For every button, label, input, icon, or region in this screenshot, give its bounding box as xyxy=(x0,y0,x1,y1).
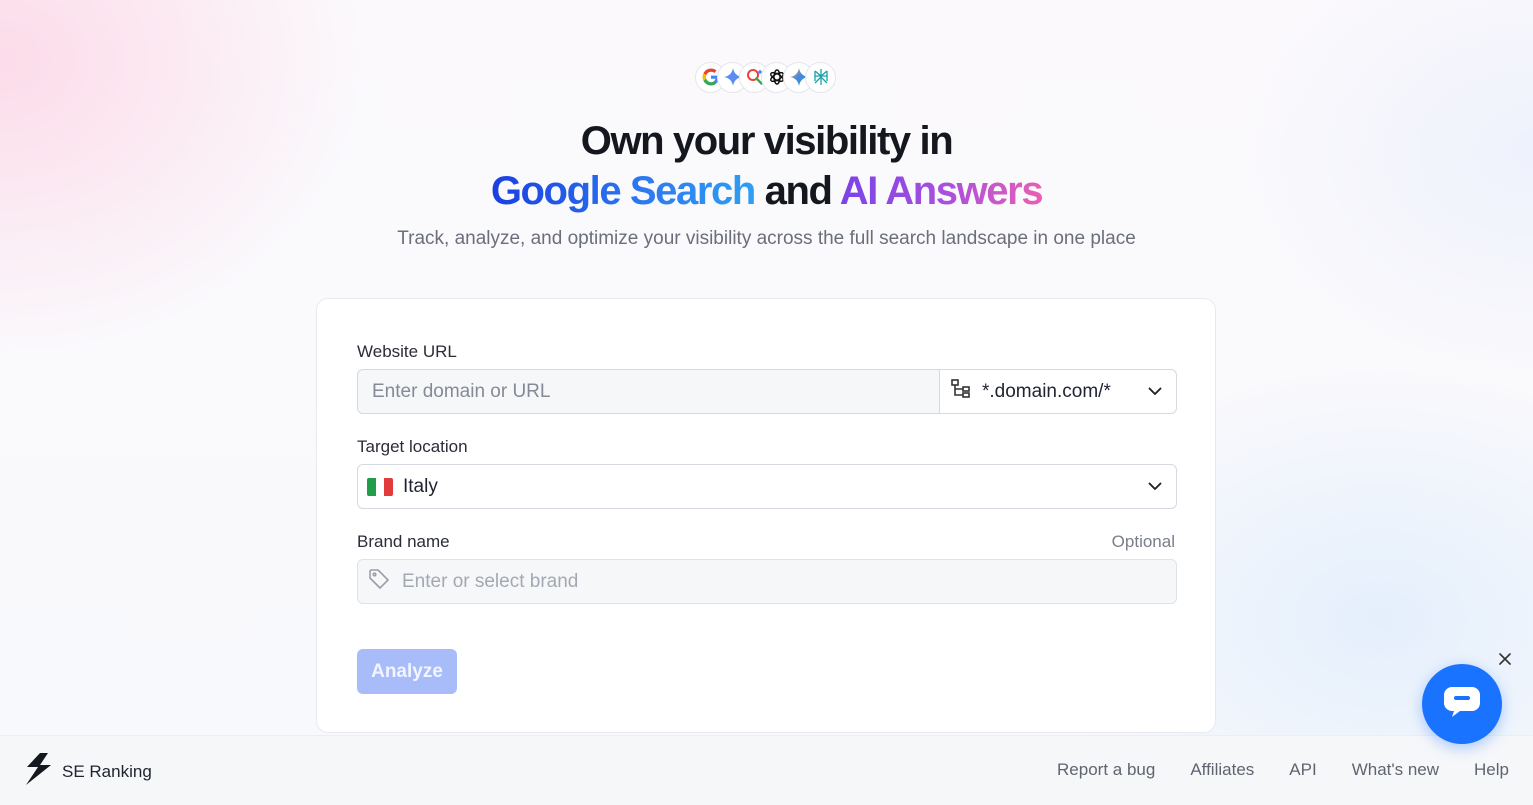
brand-optional-hint: Optional xyxy=(1111,532,1175,551)
footer-link-help[interactable]: Help xyxy=(1474,760,1509,780)
sitemap-icon xyxy=(950,378,972,406)
footer: SE Ranking Report a bug Affiliates API W… xyxy=(0,735,1533,805)
ai-engines-logos xyxy=(695,61,836,93)
chevron-down-icon xyxy=(1148,482,1162,491)
brand-name-label: Brand name xyxy=(357,532,450,551)
page-title: Own your visibility in Google Search and… xyxy=(0,116,1533,216)
perplexity-icon xyxy=(805,61,836,93)
chat-widget-button[interactable] xyxy=(1422,664,1502,744)
se-ranking-logo-text: SE Ranking xyxy=(62,761,152,781)
tag-icon xyxy=(368,568,390,595)
se-ranking-logo[interactable]: SE Ranking xyxy=(24,753,152,790)
title-google-search: Google Search xyxy=(490,169,757,213)
footer-link-affiliates[interactable]: Affiliates xyxy=(1190,760,1254,780)
target-location-value: Italy xyxy=(403,475,438,497)
footer-link-api[interactable]: API xyxy=(1289,760,1316,780)
title-line-1: Own your visibility in xyxy=(580,119,954,163)
brand-name-field xyxy=(357,559,1177,604)
brand-name-input[interactable] xyxy=(390,560,1176,603)
target-location-select[interactable]: Italy xyxy=(357,464,1177,509)
target-location-label: Target location xyxy=(357,437,468,456)
italy-flag-icon xyxy=(367,477,393,496)
analyze-form-card: Website URL *.domain.com/* Target locati… xyxy=(316,298,1216,733)
title-line-2: Google Search and AI Answers xyxy=(0,166,1533,216)
website-url-field: *.domain.com/* xyxy=(357,369,1177,414)
title-connector: and xyxy=(764,169,833,213)
chevron-down-icon xyxy=(1148,387,1162,396)
title-ai-answers: AI Answers xyxy=(839,169,1044,213)
chat-close-icon[interactable] xyxy=(1496,650,1514,668)
url-scope-value: *.domain.com/* xyxy=(982,380,1111,402)
footer-links: Report a bug Affiliates API What's new H… xyxy=(1022,760,1509,780)
chat-bubble-icon xyxy=(1442,685,1482,724)
website-url-input[interactable] xyxy=(358,370,939,413)
se-ranking-bolt-icon xyxy=(24,753,54,790)
footer-link-report-bug[interactable]: Report a bug xyxy=(1057,760,1155,780)
page-subtitle: Track, analyze, and optimize your visibi… xyxy=(397,228,1136,249)
url-scope-select[interactable]: *.domain.com/* xyxy=(939,370,1176,413)
footer-link-whats-new[interactable]: What's new xyxy=(1352,760,1439,780)
website-url-label: Website URL xyxy=(357,342,457,361)
analyze-button[interactable]: Analyze xyxy=(357,649,457,694)
